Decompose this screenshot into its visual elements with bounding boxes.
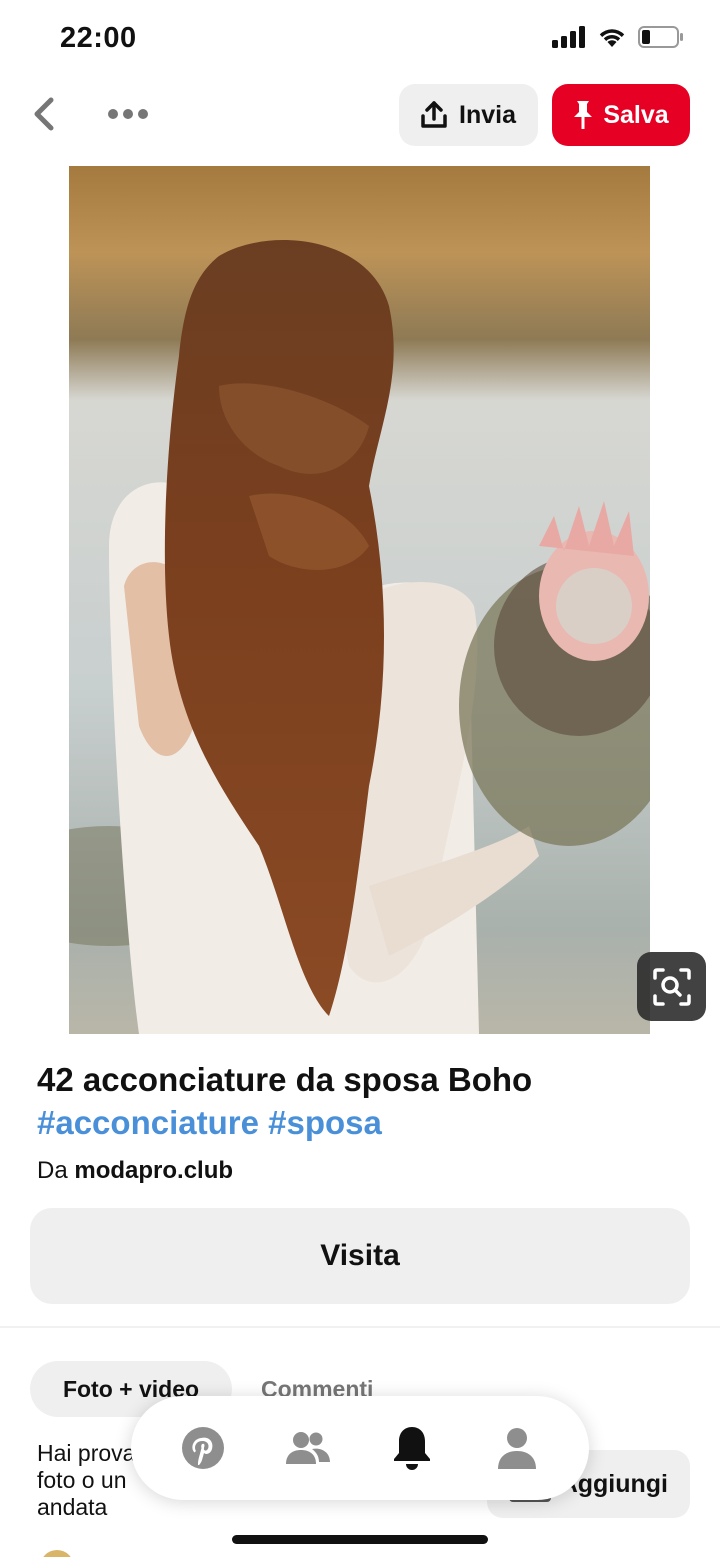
save-label: Salva — [603, 100, 669, 129]
pin-topbar: Invia Salva — [0, 82, 720, 148]
more-dots-icon — [108, 109, 118, 119]
source-domain-link[interactable]: modapro.club — [74, 1157, 233, 1184]
pin-title-text: 42 acconciature da sposa Boho — [37, 1061, 533, 1098]
pin-icon — [574, 101, 593, 129]
nav-profile[interactable] — [487, 1418, 547, 1478]
pin-image[interactable] — [69, 166, 650, 1034]
visit-label: Visita — [320, 1239, 400, 1272]
cellular-signal-icon — [552, 26, 585, 48]
chevron-left-icon — [34, 97, 54, 131]
pin-title: 42 acconciature da sposa Boho #acconciat… — [37, 1058, 687, 1144]
status-bar: 22:00 — [0, 0, 720, 80]
wifi-icon — [599, 29, 625, 47]
source-prefix: Da — [37, 1157, 68, 1184]
status-icons — [552, 26, 684, 48]
back-button[interactable] — [24, 94, 64, 134]
pin-source: Da modapro.club — [37, 1157, 233, 1185]
visual-search-icon — [652, 967, 691, 1006]
following-icon — [285, 1432, 330, 1464]
profile-icon — [497, 1428, 536, 1469]
save-button[interactable]: Salva — [552, 84, 690, 146]
bottom-nav — [131, 1396, 589, 1500]
status-time: 22:00 — [60, 22, 137, 54]
visit-button[interactable]: Visita — [30, 1208, 690, 1304]
visual-search-button[interactable] — [637, 952, 706, 1021]
more-options-button[interactable] — [100, 94, 156, 134]
section-divider — [0, 1326, 720, 1328]
notifications-bell-icon — [394, 1427, 431, 1470]
pin-photo — [69, 166, 650, 1034]
send-button[interactable]: Invia — [399, 84, 538, 146]
pinterest-home-icon — [182, 1427, 225, 1469]
home-indicator — [232, 1535, 488, 1544]
share-upload-icon — [421, 101, 447, 128]
nav-notifications[interactable] — [382, 1418, 442, 1478]
send-label: Invia — [459, 100, 516, 129]
nav-home[interactable] — [173, 1418, 233, 1478]
battery-icon — [638, 26, 683, 48]
pin-hashtags[interactable]: #acconciature #sposa — [37, 1101, 687, 1144]
avatar — [40, 1550, 74, 1557]
nav-following[interactable] — [278, 1418, 338, 1478]
